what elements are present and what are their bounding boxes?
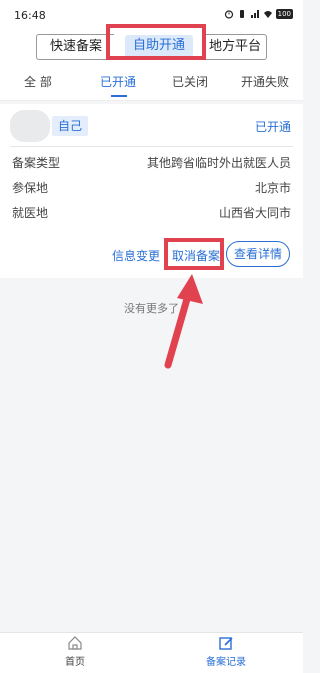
nav-home[interactable]: 首页 — [40, 635, 110, 668]
battery-icon: 100 — [275, 9, 293, 19]
status-tabs: 全 部 已开通 已关闭 开通失败 — [0, 66, 303, 101]
tab-closed[interactable]: 已关闭 — [172, 73, 208, 90]
tab-opened[interactable]: 已开通 — [100, 73, 136, 90]
field-label-filing-type: 备案类型 — [12, 156, 61, 170]
tab-failed[interactable]: 开通失败 — [241, 73, 289, 90]
field-label-insured-place: 参保地 — [12, 181, 49, 195]
field-label-treatment-place: 就医地 — [12, 206, 49, 220]
record-actions: 信息变更 取消备案 查看详情 — [0, 232, 303, 278]
alarm-icon — [224, 10, 233, 19]
segment-label: 地方平台 — [208, 39, 261, 54]
segment-label: 快速备案 — [49, 39, 102, 54]
avatar — [10, 110, 50, 142]
list-end-text: 没有更多了 — [124, 302, 179, 315]
nav-label: 首页 — [65, 657, 85, 668]
segment-local-platform[interactable]: 地方平台 — [204, 34, 267, 60]
active-tab-indicator — [111, 95, 127, 97]
field-value-insured-place: 北京市 — [254, 181, 291, 195]
record-icon — [219, 637, 233, 650]
divider — [10, 146, 293, 147]
segment-quick-filing[interactable]: 快速备案 — [36, 34, 115, 60]
home-icon — [68, 636, 82, 650]
vibrate-icon — [239, 10, 244, 18]
signal-icon — [250, 10, 259, 18]
record-status: 已开通 — [254, 120, 291, 134]
view-details-button[interactable]: 查看详情 — [226, 241, 290, 267]
highlight-box-self-service — [106, 24, 206, 60]
record-card: 自己 已开通 备案类型 其他跨省临时外出就医人员 参保地 北京市 就医地 山西省… — [0, 104, 303, 250]
nav-label: 备案记录 — [206, 657, 246, 668]
field-value-filing-type: 其他跨省临时外出就医人员 — [146, 156, 291, 170]
relation-tag: 自己 — [52, 116, 89, 136]
field-value-treatment-place: 山西省大同市 — [218, 206, 291, 220]
change-info-button[interactable]: 信息变更 — [112, 247, 160, 264]
wifi-icon — [263, 11, 272, 18]
status-icons: 100 — [224, 9, 293, 19]
bottom-nav: 首页 备案记录 — [0, 632, 303, 673]
highlight-box-cancel — [164, 238, 224, 270]
nav-records[interactable]: 备案记录 — [191, 635, 261, 668]
status-time: 16:48 — [14, 9, 46, 22]
tab-all[interactable]: 全 部 — [24, 73, 52, 90]
